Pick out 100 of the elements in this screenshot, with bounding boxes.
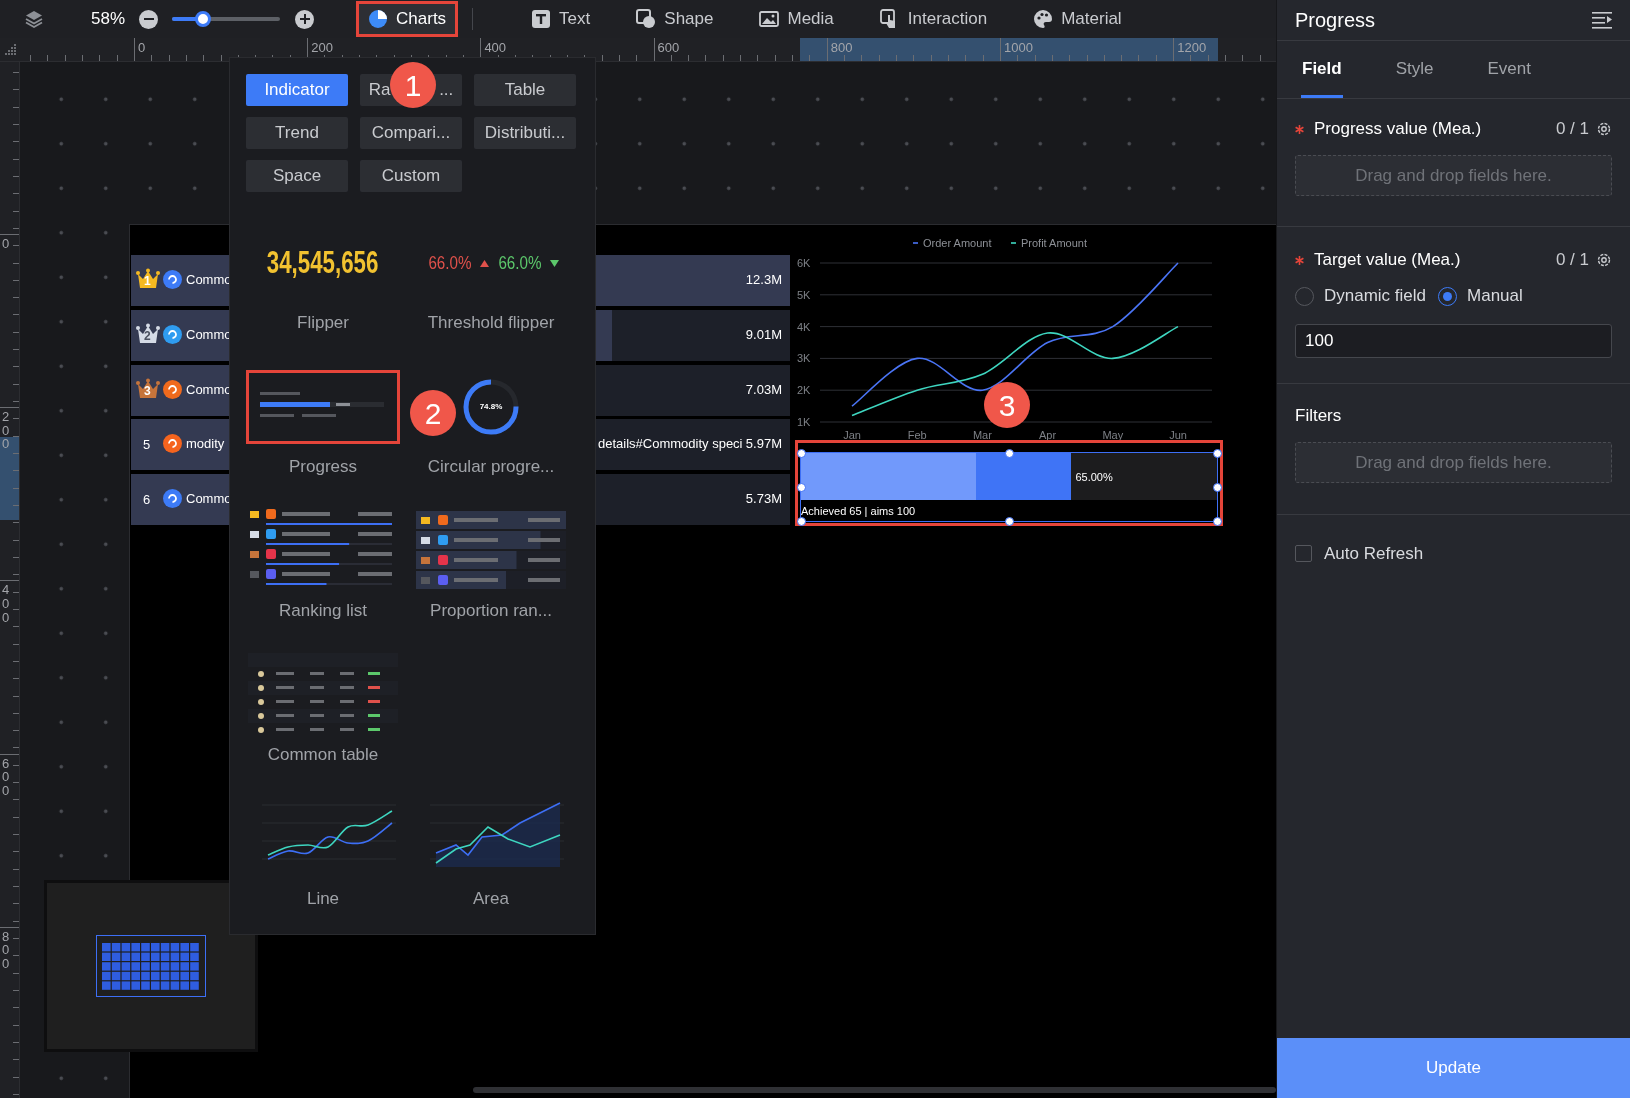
- rank-number: 5: [143, 436, 151, 455]
- toolbar-tab[interactable]: Text: [519, 1, 603, 37]
- ruler-label: 600: [2, 756, 10, 798]
- resize-handle[interactable]: [1212, 448, 1222, 458]
- item-value: 5.97M: [745, 435, 782, 454]
- item-value: 9.01M: [745, 325, 782, 344]
- chart-type-label[interactable]: Circular progre...: [427, 455, 555, 479]
- field-label: Target value (Mea.): [1314, 249, 1461, 272]
- y-axis-label: 4K: [797, 320, 811, 333]
- slider-thumb[interactable]: [195, 11, 212, 27]
- field-label: Progress value (Mea.): [1314, 118, 1482, 141]
- text-icon: [531, 9, 552, 29]
- ruler-label: 200: [311, 41, 333, 54]
- ruler-label: 0: [2, 237, 10, 251]
- settings-icon[interactable]: [1596, 121, 1612, 137]
- y-axis-label: 2K: [797, 384, 811, 397]
- toolbar-tab[interactable]: Shape: [624, 1, 726, 37]
- field-count: 0 / 1: [1555, 118, 1589, 141]
- x-axis-label: Apr: [1039, 429, 1057, 441]
- category-tab[interactable]: Trend: [246, 117, 348, 149]
- toolbar-tab[interactable]: Media: [747, 1, 846, 37]
- threshold-value: 66.0%: [428, 250, 472, 275]
- ruler-label: 0: [138, 41, 146, 54]
- rank-number: 6: [143, 491, 151, 509]
- chart-type-label[interactable]: Flipper: [297, 311, 349, 335]
- chart-type-label[interactable]: Common table: [267, 743, 379, 767]
- ruler-label: 1000: [1004, 41, 1033, 54]
- rank-number: 2: [144, 329, 151, 342]
- category-tab[interactable]: Table: [474, 74, 576, 106]
- resize-handle[interactable]: [1212, 516, 1222, 526]
- ruler-label: 1200: [1177, 41, 1207, 54]
- item-detail: details#Commodity speci: [598, 435, 743, 454]
- panel-tab[interactable]: Event: [1486, 55, 1532, 98]
- category-tab[interactable]: Distributi...: [474, 117, 576, 149]
- ruler-label: 400: [2, 583, 10, 625]
- chart-type-label[interactable]: Ranking list: [279, 599, 367, 623]
- chart-type-label[interactable]: Progress: [289, 455, 357, 479]
- chart-type-label[interactable]: Area: [473, 887, 509, 911]
- minimap[interactable]: [44, 880, 258, 1052]
- ruler-label: 800: [830, 41, 853, 54]
- ring-percentage: 74.8%: [479, 401, 503, 413]
- settings-icon[interactable]: [1596, 252, 1612, 268]
- resize-handle[interactable]: [796, 448, 806, 458]
- image-icon: [759, 9, 780, 29]
- target-value-input[interactable]: 100: [1295, 324, 1612, 358]
- rank-number: 1: [144, 275, 151, 287]
- panel-tab[interactable]: Field: [1301, 55, 1343, 98]
- collapse-menu-icon[interactable]: [1592, 11, 1612, 29]
- category-tab[interactable]: Indicator: [246, 74, 348, 106]
- pie-chart-icon: [368, 9, 389, 29]
- zoom-slider[interactable]: [172, 11, 281, 27]
- ruler-label: 800: [2, 929, 10, 971]
- resize-handle[interactable]: [1004, 448, 1014, 458]
- chart-type-label[interactable]: Line: [306, 887, 340, 911]
- x-axis-label: May: [1102, 429, 1124, 441]
- threshold-value: 66.0%: [498, 250, 542, 275]
- checkbox[interactable]: [1295, 545, 1312, 563]
- chart-type-label[interactable]: Threshold flipper: [427, 311, 555, 335]
- section-title: Filters: [1295, 405, 1343, 427]
- item-value: 7.03M: [745, 380, 782, 399]
- x-axis-label: Jan: [843, 429, 861, 441]
- category-tab[interactable]: Space: [246, 160, 348, 192]
- item-value: 5.73M: [745, 490, 782, 508]
- panel-title: Progress: [1295, 8, 1376, 33]
- category-tab[interactable]: Custom: [360, 160, 462, 192]
- y-axis-label: 6K: [797, 257, 811, 269]
- item-value: 12.3M: [745, 271, 782, 289]
- flipper-number: 34,545,656: [267, 243, 379, 282]
- resize-handle[interactable]: [1004, 516, 1014, 526]
- zoom-percentage: 58%: [91, 8, 126, 31]
- resize-handle[interactable]: [1212, 482, 1222, 492]
- checkbox-label[interactable]: Auto Refresh: [1324, 541, 1424, 567]
- chart-type-label[interactable]: Proportion ran...: [430, 599, 552, 623]
- resize-handle[interactable]: [796, 516, 806, 526]
- minus-icon: [143, 18, 154, 20]
- progress-percentage: 65.00%: [1075, 470, 1113, 485]
- scrollbar[interactable]: [473, 1087, 1276, 1093]
- x-axis-label: Mar: [972, 429, 992, 441]
- zoom-out-button[interactable]: [139, 9, 159, 29]
- panel-tab[interactable]: Style: [1394, 55, 1435, 98]
- y-axis-label: 5K: [797, 288, 811, 301]
- palette-icon: [1033, 9, 1054, 29]
- ruler-label: 400: [484, 41, 507, 54]
- x-axis-label: Feb: [907, 429, 927, 441]
- zoom-in-button[interactable]: [295, 9, 315, 29]
- layers-icon[interactable]: [24, 9, 44, 29]
- y-axis-label: 1K: [797, 416, 811, 428]
- radio-label[interactable]: Dynamic field: [1324, 283, 1427, 309]
- legend-label: Order Amount: [923, 237, 992, 249]
- radio-label[interactable]: Manual: [1467, 283, 1523, 309]
- ruler-corner-icon: [3, 43, 17, 57]
- toolbar-tab[interactable]: Charts: [356, 1, 459, 37]
- category-tab[interactable]: Compari...: [360, 117, 462, 149]
- legend-label: Profit Amount: [1021, 237, 1088, 249]
- toolbar-tab[interactable]: Interaction: [867, 1, 1000, 37]
- x-axis-label: Jun: [1169, 429, 1187, 441]
- resize-handle[interactable]: [796, 482, 806, 492]
- ruler-label: 600: [657, 41, 680, 54]
- plus-icon: [299, 14, 310, 24]
- toolbar-tab[interactable]: Material: [1021, 1, 1134, 37]
